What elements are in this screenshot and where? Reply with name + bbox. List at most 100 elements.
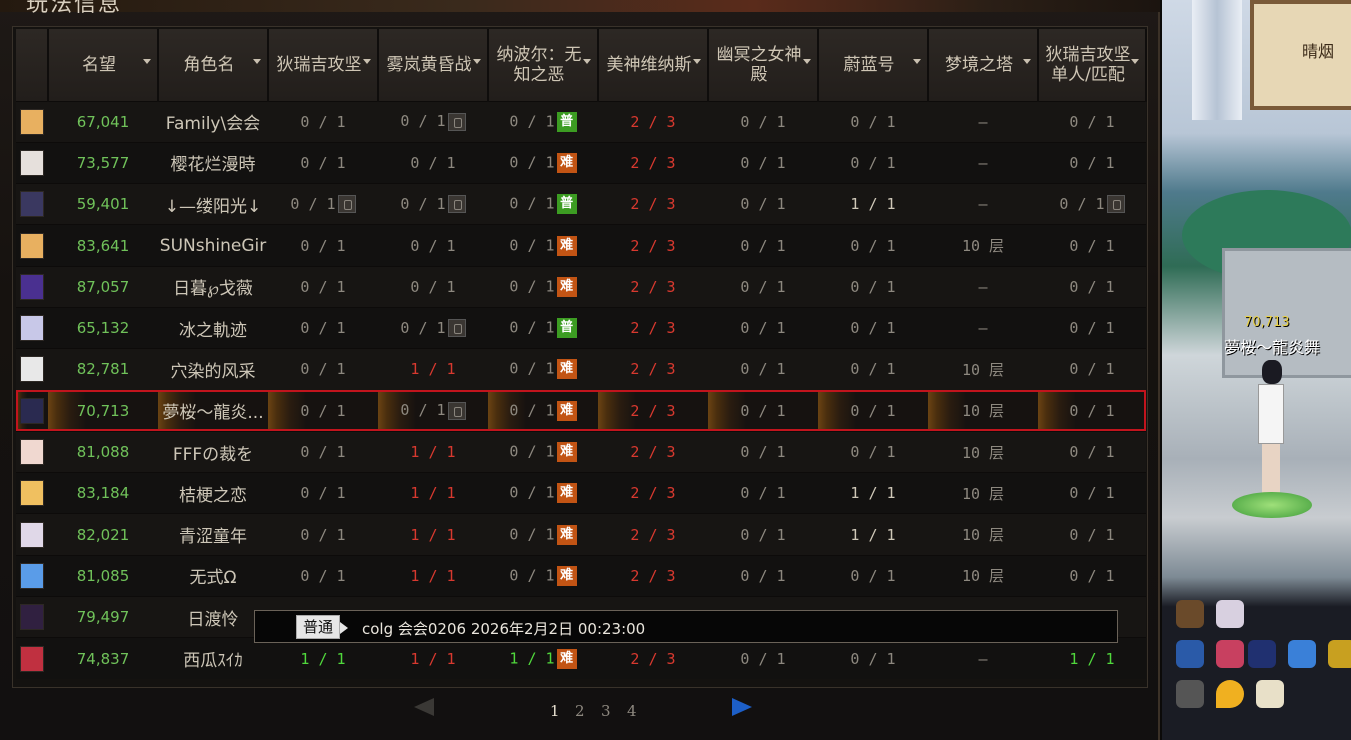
role-name: 西瓜ｽｲｶ	[183, 651, 243, 672]
sort-arrow-icon[interactable]	[143, 59, 151, 64]
progress-cell: 0 / 1	[268, 555, 378, 596]
table-row[interactable]: 65,132 冰之軌迹 0 / 10 / 10 / 1普2 / 30 / 10 / …	[16, 307, 1146, 349]
menu-icon[interactable]	[1176, 640, 1204, 668]
sort-arrow-icon[interactable]	[583, 59, 591, 64]
header-dream-tower[interactable]: 梦境之塔	[928, 29, 1039, 101]
progress-cell: 0 / 1	[268, 101, 378, 142]
page-4[interactable]: 4	[627, 702, 637, 720]
table-row[interactable]: 67,041 Family\会会 0 / 10 / 10 / 1普2 / 30 / …	[16, 101, 1146, 143]
avatar	[20, 356, 44, 383]
page-1[interactable]: 1	[550, 702, 560, 720]
next-page-arrow-icon[interactable]	[732, 698, 752, 716]
progress-value: 2 / 3	[630, 484, 676, 503]
table-row[interactable]: 83,184 桔梗之恋 0 / 11 / 10 / 1难2 / 30 / 11 / …	[16, 472, 1146, 514]
progress-value: 0 / 1	[850, 277, 896, 296]
header-azure[interactable]: 蔚蓝号	[818, 29, 929, 101]
sort-arrow-icon[interactable]	[913, 59, 921, 64]
header-nether-temple[interactable]: 幽冥之女神殿	[708, 29, 819, 101]
fame-value: 82,781	[76, 360, 130, 379]
progress-cell: 0 / 1	[268, 266, 378, 307]
friend-avatar-icon[interactable]	[1216, 640, 1244, 668]
role-name: SUNshineGir	[159, 235, 267, 256]
progress-cell: 0 / 1	[378, 266, 488, 307]
progress-value: 1 / 1	[410, 649, 456, 668]
header-dirige-raid[interactable]: 狄瑞吉攻坚	[268, 29, 379, 101]
sort-arrow-icon[interactable]	[693, 59, 701, 64]
party-avatar-icon[interactable]	[1216, 600, 1244, 628]
table-row[interactable]: 59,401 ↓—缕阳光↓ 0 / 10 / 10 / 1普2 / 30 / 11 …	[16, 183, 1146, 225]
table-row[interactable]: 82,021 青涩童年 0 / 11 / 10 / 1难2 / 30 / 11 / …	[16, 513, 1146, 556]
sort-arrow-icon[interactable]	[1131, 59, 1139, 64]
table-row[interactable]: 70,713 夢桜～龍炎... 0 / 10 / 10 / 1难2 / 30 / 1…	[16, 390, 1146, 432]
page-2[interactable]: 2	[575, 702, 585, 720]
normal-mode-badge: 普	[556, 318, 577, 339]
header-venus[interactable]: 美神维纳斯	[598, 29, 709, 101]
table-row[interactable]: 74,837 西瓜ｽｲｶ 1 / 11 / 11 / 1难2 / 30 / 10 /…	[16, 637, 1146, 680]
progress-cell: 0 / 1	[708, 390, 818, 432]
prev-page-arrow-icon[interactable]	[414, 698, 434, 716]
progress-cell: 0 / 1	[818, 349, 928, 390]
hard-mode-badge: 难	[556, 483, 577, 504]
progress-value: 1 / 1	[410, 525, 456, 544]
settings-icon[interactable]	[1176, 680, 1204, 708]
progress-value: 0 / 1	[400, 112, 446, 131]
progress-cell: 1 / 1	[378, 349, 488, 390]
progress-value: 2 / 3	[630, 319, 676, 338]
progress-cell: –	[928, 101, 1038, 142]
sort-arrow-icon[interactable]	[473, 59, 481, 64]
progress-value: 2 / 3	[630, 360, 676, 379]
table-row[interactable]: 83,641 SUNshineGir 0 / 10 / 10 / 1难2 / 30 …	[16, 224, 1146, 267]
panel-title: 玩法信息	[26, 0, 123, 17]
progress-cell: 0 / 1	[708, 184, 818, 225]
link-icon[interactable]	[1288, 640, 1316, 668]
progress-cell: 10 层	[928, 514, 1038, 555]
header-dirige-solo[interactable]: 狄瑞吉攻坚单人/匹配	[1038, 29, 1147, 101]
table-row[interactable]: 81,085 无式Ω 0 / 11 / 10 / 1难2 / 30 / 10 / 1…	[16, 555, 1146, 597]
crown-icon[interactable]	[1328, 640, 1351, 668]
player-character[interactable]	[1254, 360, 1288, 500]
progress-value: 0 / 1	[400, 401, 446, 420]
progress-value: 0 / 1	[410, 236, 456, 255]
role-name: 穴染的风采	[170, 361, 256, 382]
lock-icon	[447, 401, 466, 420]
sort-arrow-icon[interactable]	[803, 59, 811, 64]
progress-cell: 10 层	[928, 431, 1038, 472]
bag-icon[interactable]	[1176, 600, 1204, 628]
avatar-cell	[16, 514, 48, 555]
progress-value: 2 / 3	[630, 649, 676, 668]
progress-value: 2 / 3	[630, 525, 676, 544]
progress-value: 10 层	[961, 443, 1005, 462]
sort-arrow-icon[interactable]	[1023, 59, 1031, 64]
guild-avatar-icon[interactable]	[1248, 640, 1276, 668]
role-name: 青涩童年	[179, 527, 247, 548]
progress-value: 0 / 1	[290, 194, 336, 213]
progress-cell: 0 / 1	[1038, 225, 1146, 266]
role-name: 樱花烂漫時	[170, 155, 256, 176]
progress-cell: 0 / 1	[268, 307, 378, 348]
header-nabol[interactable]: 纳波尔：无知之恶	[488, 29, 599, 101]
header-mist-dusk[interactable]: 雾岚黄昏战	[378, 29, 489, 101]
progress-value: 0 / 1	[850, 649, 896, 668]
table-row[interactable]: 82,781 穴染的风采 0 / 11 / 10 / 1难2 / 30 / 10 /…	[16, 348, 1146, 391]
header-role-name[interactable]: 角色名	[158, 29, 269, 101]
avatar	[20, 521, 44, 548]
notice-icon[interactable]	[1256, 680, 1284, 708]
table-row[interactable]: 81,088 FFFの裁を 0 / 11 / 10 / 1难2 / 30 / 10 …	[16, 431, 1146, 473]
sort-arrow-icon[interactable]	[363, 59, 371, 64]
table-row[interactable]: 73,577 樱花烂漫時 0 / 10 / 10 / 1难2 / 30 / 10 /…	[16, 142, 1146, 184]
progress-value: 0 / 1	[740, 566, 786, 585]
location-pin-icon[interactable]	[1216, 680, 1244, 708]
progress-cell: 0 / 1	[708, 307, 818, 348]
progress-value: 1 / 1	[410, 360, 456, 379]
progress-value: 0 / 1	[509, 194, 555, 213]
progress-value: 0 / 1	[1069, 236, 1115, 255]
sort-arrow-icon[interactable]	[253, 59, 261, 64]
table-row[interactable]: 87,057 日暮℘戈薇 0 / 10 / 10 / 1难2 / 30 / 10 /…	[16, 266, 1146, 308]
progress-cell: 0 / 1	[708, 514, 818, 555]
page-3[interactable]: 3	[601, 702, 611, 720]
progress-value: 0 / 1	[850, 443, 896, 462]
progress-cell: 0 / 1难	[488, 266, 598, 307]
progress-cell: 2 / 3	[598, 266, 708, 307]
progress-cell: 1 / 1	[1038, 638, 1146, 679]
header-fame[interactable]: 名望	[48, 29, 159, 101]
